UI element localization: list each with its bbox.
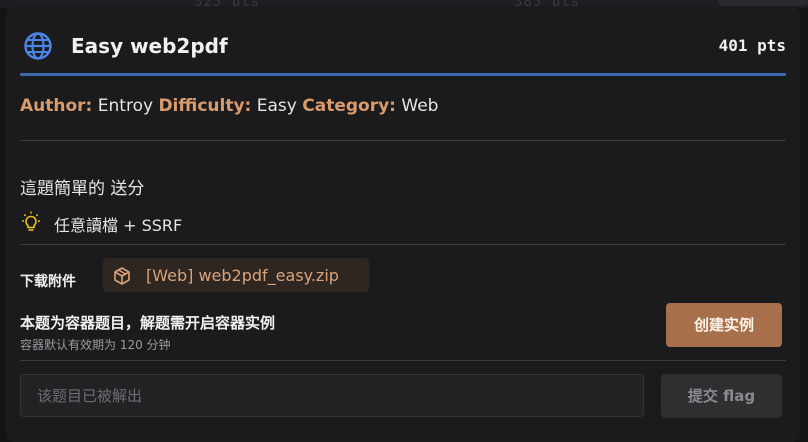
author-key: Author: [20, 96, 93, 116]
challenge-header: Easy web2pdf 401 pts [20, 28, 786, 68]
challenge-meta: Author: Entroy Difficulty: Easy Category… [20, 96, 438, 116]
difficulty-key: Difficulty: [158, 96, 252, 116]
container-subtitle: 容器默认有效期为 120 分钟 [20, 338, 171, 352]
flag-input[interactable] [20, 374, 644, 417]
divider [20, 140, 786, 141]
package-icon [114, 267, 130, 285]
attachments-label: 下载附件 [20, 274, 76, 290]
create-instance-button[interactable]: 创建实例 [666, 303, 782, 347]
submit-flag-button[interactable]: 提交 flag [661, 374, 782, 418]
globe-icon [24, 32, 52, 60]
hint-text: 任意讀檔 + SSRF [54, 216, 183, 235]
container-title: 本题为容器题目，解题需开启容器实例 [20, 314, 276, 332]
challenge-modal: Easy web2pdf 401 pts Author: Entroy Diff… [6, 6, 800, 442]
difficulty-value: Easy [256, 96, 297, 116]
lightbulb-icon [22, 211, 40, 231]
divider [20, 360, 786, 361]
header-divider [20, 73, 786, 76]
attachment-link[interactable]: [Web] web2pdf_easy.zip [103, 258, 369, 292]
category-key: Category: [302, 96, 396, 116]
author-value: Entroy [97, 96, 154, 116]
category-value: Web [401, 96, 439, 116]
divider [20, 244, 786, 245]
attachment-filename: [Web] web2pdf_easy.zip [146, 266, 339, 285]
challenge-title: Easy web2pdf [71, 34, 228, 58]
challenge-description: 這題簡單的 送分 [20, 179, 145, 199]
challenge-points: 401 pts [718, 36, 786, 55]
